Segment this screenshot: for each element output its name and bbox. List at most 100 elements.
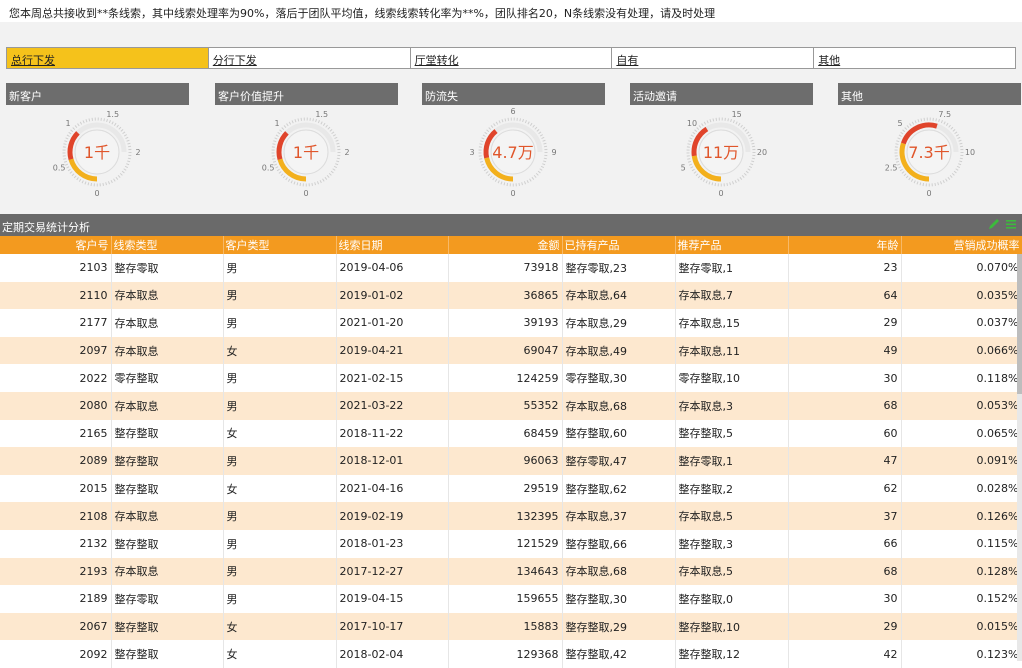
gauge-dial: 1千 0 0.5 1 1.5 2: [53, 110, 141, 198]
table-row[interactable]: 2189 整存零取男 2019-04-15 159655 整存整取,30 整存整取,0 30…: [0, 585, 1022, 613]
table-cell: 2018-01-23: [336, 529, 449, 558]
gauge-dial: 1千 0 0.5 1 1.5 2: [262, 110, 350, 198]
table-cell: 女: [223, 336, 337, 365]
table-scrollbar-thumb[interactable]: [1017, 254, 1022, 394]
table-cell: 2108: [0, 502, 112, 530]
gauge-tick-label: 0: [926, 189, 931, 198]
table-row[interactable]: 2193 存本取息男 2017-12-27 134643 存本取息,68 存本取息,5 68…: [0, 557, 1022, 586]
tab-hall-conversion[interactable]: 厅堂转化: [411, 48, 613, 68]
table-row[interactable]: 2165 整存整取女 2018-11-22 68459 整存整取,60 整存整取,5 60 0…: [0, 419, 1022, 448]
table-cell: 整存零取,23: [562, 254, 676, 282]
gauge-tick-label: 20: [757, 148, 767, 157]
table-row[interactable]: 2092 整存整取女 2018-02-04 129368 整存整取,42 整存整取,12 4…: [0, 640, 1022, 668]
col-customer-type[interactable]: 客户类型: [223, 236, 337, 254]
gauge-value: 11万: [703, 143, 739, 162]
col-customer-id[interactable]: 客户号: [0, 236, 112, 254]
table-row[interactable]: 2015 整存整取女 2021-04-16 29519 整存整取,62 整存整取,2 62 0…: [0, 474, 1022, 503]
table-cell: 零存整取,10: [675, 364, 789, 392]
table-cell: 29: [788, 612, 902, 641]
table-cell: 2189: [0, 585, 112, 613]
table-row[interactable]: 2067 整存整取女 2017-10-17 15883 整存整取,29 整存整取,10 29…: [0, 612, 1022, 641]
table-cell: 42: [788, 640, 902, 668]
table-cell: 30: [788, 585, 902, 613]
table-cell: 2018-11-22: [336, 419, 449, 448]
table-cell: 零存整取: [111, 364, 224, 392]
gauge-tick-label: 0.5: [262, 164, 275, 173]
table-row[interactable]: 2110 存本取息男 2019-01-02 36865 存本取息,64 存本取息,7 64 0…: [0, 281, 1022, 310]
table-cell: 整存整取,66: [562, 529, 676, 558]
tab-other[interactable]: 其他: [814, 48, 1015, 68]
table-cell: 整存整取: [111, 640, 224, 668]
table-row[interactable]: 2097 存本取息女 2019-04-21 69047 存本取息,49 存本取息,11 49…: [0, 336, 1022, 365]
table-cell: 存本取息,37: [562, 502, 676, 530]
table-row[interactable]: 2132 整存整取男 2018-01-23 121529 整存整取,66 整存整取,3 66…: [0, 529, 1022, 558]
table-row[interactable]: 2022 零存整取男 2021-02-15 124259 零存整取,30 零存整取,10 3…: [0, 364, 1022, 392]
table-cell: 整存整取,62: [562, 474, 676, 503]
table-cell: 男: [223, 364, 337, 392]
table-cell: 0.053%: [901, 391, 1022, 420]
col-success-probability[interactable]: 营销成功概率: [901, 236, 1022, 254]
gauge-tick-label: 1.5: [106, 110, 119, 119]
table-cell: 121529: [448, 529, 563, 558]
tab-branch[interactable]: 分行下发: [209, 48, 411, 68]
lead-source-tabs: 总行下发 分行下发 厅堂转化 自有 其他: [6, 47, 1016, 69]
table-cell: 男: [223, 254, 337, 282]
table-cell: 0.118%: [901, 364, 1022, 392]
col-held-products[interactable]: 已持有产品: [562, 236, 676, 254]
table-cell: 整存整取,29: [562, 612, 676, 641]
gauge-tick-label: 3: [469, 148, 474, 157]
edit-icon[interactable]: [987, 217, 1001, 231]
table-cell: 2015: [0, 474, 112, 503]
list-icon[interactable]: [1004, 217, 1018, 231]
table-row[interactable]: 2177 存本取息男 2021-01-20 39193 存本取息,29 存本取息,15 29…: [0, 309, 1022, 337]
col-lead-date[interactable]: 线索日期: [336, 236, 449, 254]
table-row[interactable]: 2080 存本取息男 2021-03-22 55352 存本取息,68 存本取息,3 68 0…: [0, 391, 1022, 420]
gauge-tick-label: 0: [510, 189, 515, 198]
col-age[interactable]: 年龄: [788, 236, 902, 254]
table-cell: 2021-02-15: [336, 364, 449, 392]
table-row[interactable]: 2089 整存整取男 2018-12-01 96063 整存零取,47 整存零取,1 47 0…: [0, 447, 1022, 475]
table-row[interactable]: 2103 整存零取男 2019-04-06 73918 整存零取,23 整存零取,1 23 0…: [0, 254, 1022, 282]
table-cell: 整存整取,2: [675, 474, 789, 503]
table-cell: 男: [223, 502, 337, 530]
table-cell: 2067: [0, 612, 112, 641]
gauge-card: 其他 7.3千 0 2.5 5 7.5 10: [838, 83, 1021, 207]
table-cell: 73918: [448, 254, 563, 282]
table-cell: 36865: [448, 281, 563, 310]
col-lead-type[interactable]: 线索类型: [111, 236, 224, 254]
col-amount[interactable]: 金额: [448, 236, 563, 254]
table-cell: 2177: [0, 309, 112, 337]
tab-self-owned[interactable]: 自有: [612, 48, 815, 68]
table-cell: 男: [223, 447, 337, 475]
table-cell: 2018-02-04: [336, 640, 449, 668]
table-cell: 29519: [448, 474, 563, 503]
gauge-card: 活动邀请 11万 0 5 10 15 20: [630, 83, 813, 207]
tab-head-office[interactable]: 总行下发: [7, 48, 209, 68]
gauge-tick-label: 6: [510, 107, 515, 116]
table-cell: 68: [788, 391, 902, 420]
gauge-tick-label: 2: [344, 148, 349, 157]
table-cell: 0.037%: [901, 309, 1022, 337]
col-recommended-products[interactable]: 推荐产品: [675, 236, 789, 254]
table-row[interactable]: 2108 存本取息男 2019-02-19 132395 存本取息,37 存本取息,5 37…: [0, 502, 1022, 530]
table-cell: 2017-10-17: [336, 612, 449, 641]
table-cell: 129368: [448, 640, 563, 668]
transaction-table: 客户号 线索类型 客户类型 线索日期 金额 已持有产品 推荐产品 年龄 营销成功…: [0, 236, 1022, 668]
table-cell: 134643: [448, 557, 563, 586]
gauge-card: 防流失 4.7万 0 3 6 9: [422, 83, 605, 207]
table-cell: 存本取息: [111, 336, 224, 365]
table-cell: 男: [223, 529, 337, 558]
table-cell: 0.065%: [901, 419, 1022, 448]
table-cell: 整存零取: [111, 585, 224, 613]
table-cell: 存本取息: [111, 309, 224, 337]
table-cell: 2110: [0, 281, 112, 310]
table-cell: 整存整取,30: [562, 585, 676, 613]
table-cell: 男: [223, 281, 337, 310]
gauge-dial: 11万 0 5 10 15 20: [681, 110, 768, 198]
table-cell: 存本取息,11: [675, 336, 789, 365]
table-cell: 零存整取,30: [562, 364, 676, 392]
gauge-tick-label: 5: [681, 164, 686, 173]
table-cell: 整存整取,5: [675, 419, 789, 448]
section-title: 定期交易统计分析: [2, 221, 90, 234]
gauge-title: 其他: [838, 83, 1021, 105]
